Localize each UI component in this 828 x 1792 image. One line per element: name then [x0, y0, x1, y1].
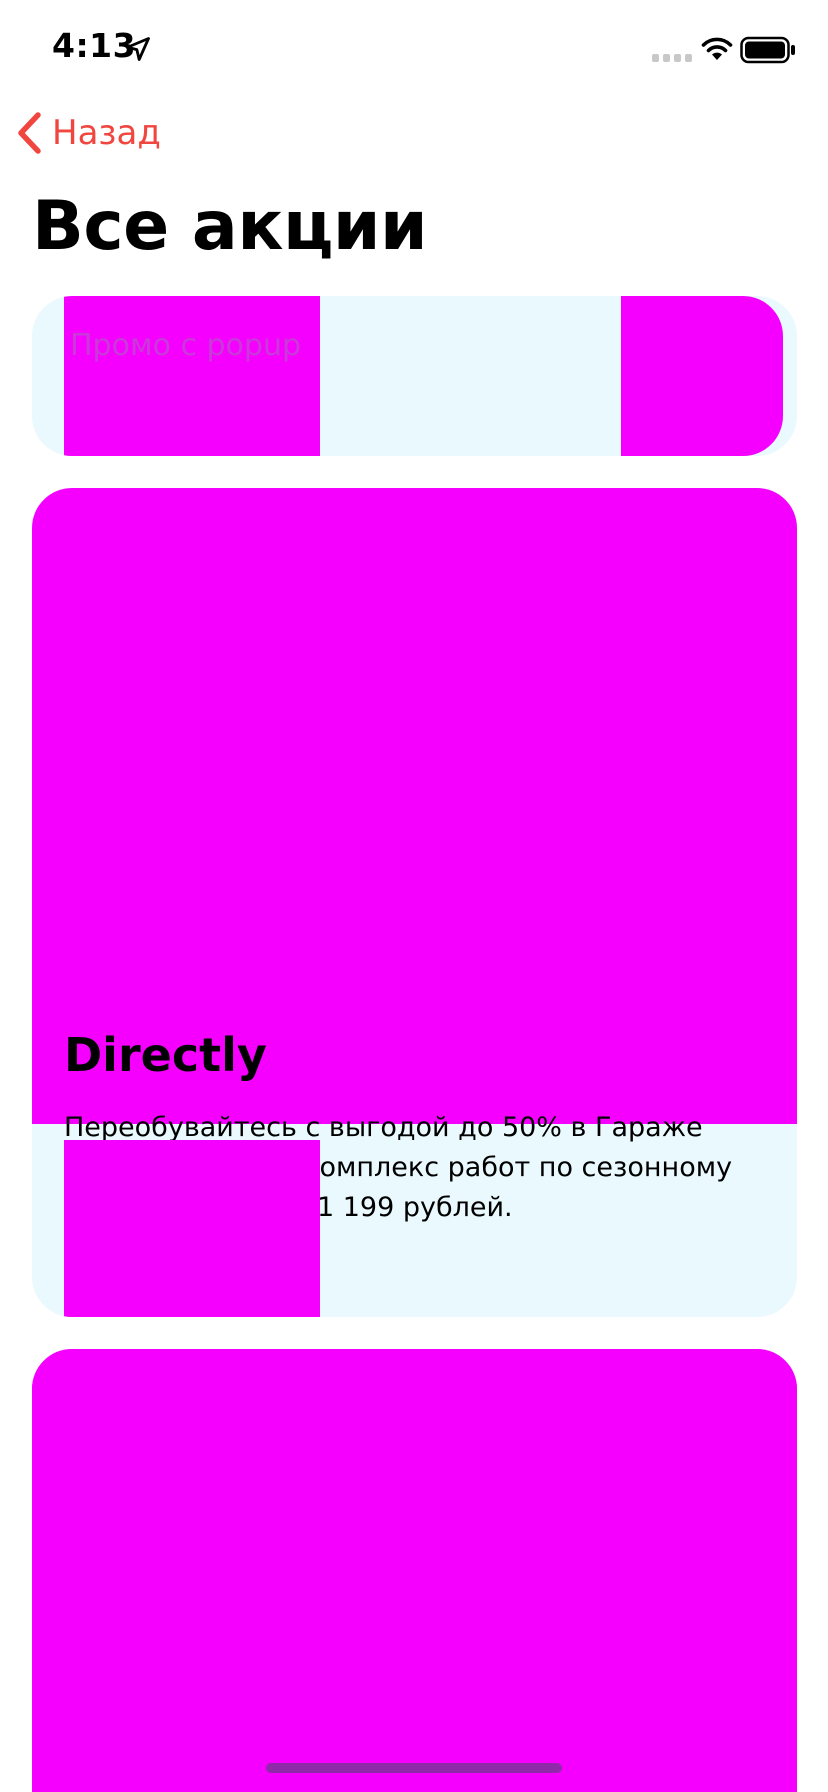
page-title: Все акции: [32, 187, 428, 266]
back-button[interactable]: Назад: [16, 106, 161, 160]
cellular-signal-icon: [652, 54, 692, 62]
promo-hero-image: [32, 1349, 797, 1792]
status-bar: 4:13: [0, 0, 828, 100]
back-label: Назад: [52, 113, 161, 153]
battery-icon: [740, 36, 795, 64]
promo-card[interactable]: [32, 1349, 797, 1792]
promo-card[interactable]: Промо с popup: [32, 296, 797, 456]
location-arrow-icon: [126, 37, 150, 61]
promo-image-placeholder: [621, 296, 783, 456]
promotions-screen: 4:13 Назад Все акции Промо с popup Direc…: [0, 0, 828, 1792]
chevron-left-icon: [18, 112, 41, 154]
promo-card[interactable]: Directly Переобувайтесь с выгодой до 50%…: [32, 488, 797, 1317]
promo-faded-title: Промо с popup: [70, 328, 302, 363]
promo-image-placeholder: [64, 296, 320, 456]
promo-title: Directly: [64, 1028, 267, 1082]
promo-badge-placeholder: [64, 1140, 320, 1317]
home-indicator: [266, 1763, 562, 1773]
wifi-icon: [701, 37, 733, 60]
